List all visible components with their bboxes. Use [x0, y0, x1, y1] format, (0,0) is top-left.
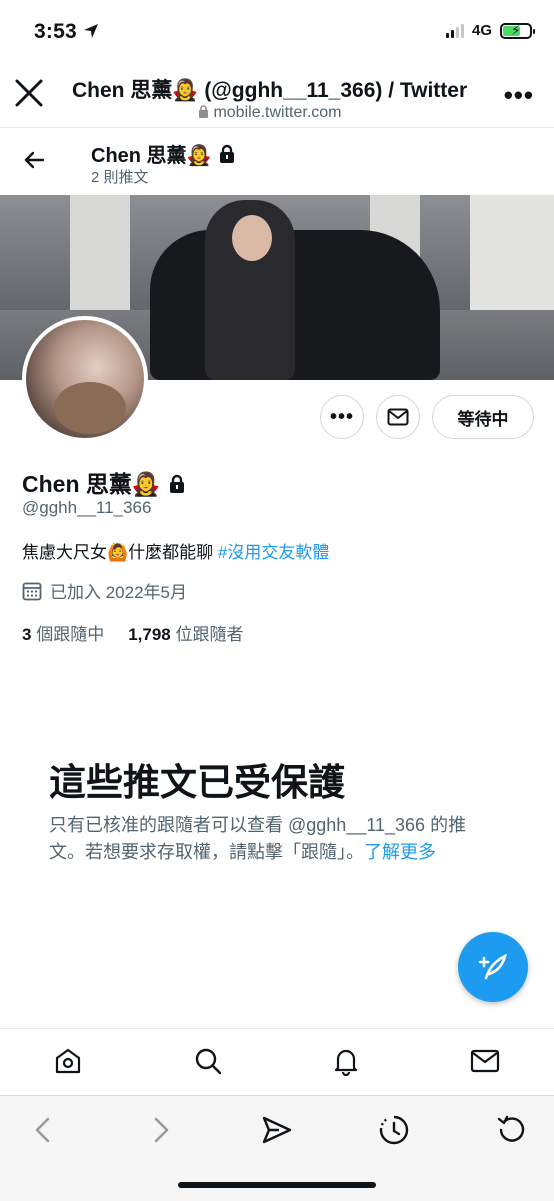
back-arrow-icon[interactable]: [22, 148, 46, 172]
status-time: 3:53: [34, 20, 99, 44]
back-icon[interactable]: [28, 1114, 60, 1146]
calendar-icon: [22, 582, 42, 600]
bio-text: 焦慮大尺女🙆什麼都能聊: [22, 543, 218, 562]
send-icon[interactable]: [261, 1114, 293, 1146]
battery-icon: ⚡: [500, 22, 535, 39]
home-indicator: [178, 1182, 376, 1188]
followers-link[interactable]: 1,798 位跟隨者: [128, 620, 243, 645]
tweet-count: 2 則推文: [91, 169, 149, 186]
protected-lock-icon: [220, 144, 235, 163]
bio-hashtag[interactable]: #沒用交友軟體: [218, 543, 329, 562]
compose-feather-icon: [478, 953, 507, 980]
avatar[interactable]: [22, 316, 148, 442]
follow-stats: 3 個跟隨中 1,798 位跟隨者: [22, 620, 243, 645]
learn-more-link[interactable]: 了解更多: [364, 842, 436, 862]
header-name: Chen 思薰🧛‍♀️: [91, 139, 237, 168]
status-indicators: 4G ⚡: [445, 22, 535, 39]
joined-date: 已加入 2022年5月: [22, 578, 187, 603]
pending-button[interactable]: 等待中: [432, 395, 534, 439]
protected-text: 只有已核准的跟隨者可以查看 @gghh__11_366 的推文。若想要求存取權，…: [49, 815, 467, 862]
tab-bar-divider: [0, 1028, 554, 1029]
protected-title: 這些推文已受保護: [49, 762, 345, 803]
profile-name: Chen 思薰🧛‍♀️: [22, 465, 187, 499]
search-icon[interactable]: [193, 1046, 223, 1076]
profile-bio: 焦慮大尺女🙆什麼都能聊 #沒用交友軟體: [22, 538, 329, 563]
more-button[interactable]: •••: [320, 395, 364, 439]
page-url: mobile.twitter.com: [198, 104, 342, 122]
signal-icon: [445, 23, 464, 38]
message-button[interactable]: [376, 395, 420, 439]
page-title: Chen 思薰🧛‍♀️ (@gghh__11_366) / Twitter: [72, 79, 468, 102]
protected-lock-icon: [169, 474, 184, 493]
profile-handle: @gghh__11_366: [22, 498, 152, 517]
compose-tweet-button[interactable]: [458, 932, 528, 1002]
reload-icon[interactable]: [496, 1114, 528, 1146]
mail-icon: [387, 408, 409, 426]
notifications-icon[interactable]: [331, 1046, 361, 1076]
home-icon[interactable]: [53, 1046, 83, 1076]
more-options-icon[interactable]: •••: [504, 80, 534, 111]
history-icon[interactable]: [378, 1114, 410, 1146]
messages-icon[interactable]: [470, 1046, 500, 1076]
close-icon[interactable]: [14, 78, 44, 108]
divider: [0, 127, 554, 128]
network-label: 4G: [471, 22, 492, 39]
forward-icon[interactable]: [144, 1114, 176, 1146]
lock-icon: [199, 105, 208, 118]
location-arrow-icon: [83, 24, 98, 38]
following-link[interactable]: 3 個跟隨中: [22, 620, 104, 645]
